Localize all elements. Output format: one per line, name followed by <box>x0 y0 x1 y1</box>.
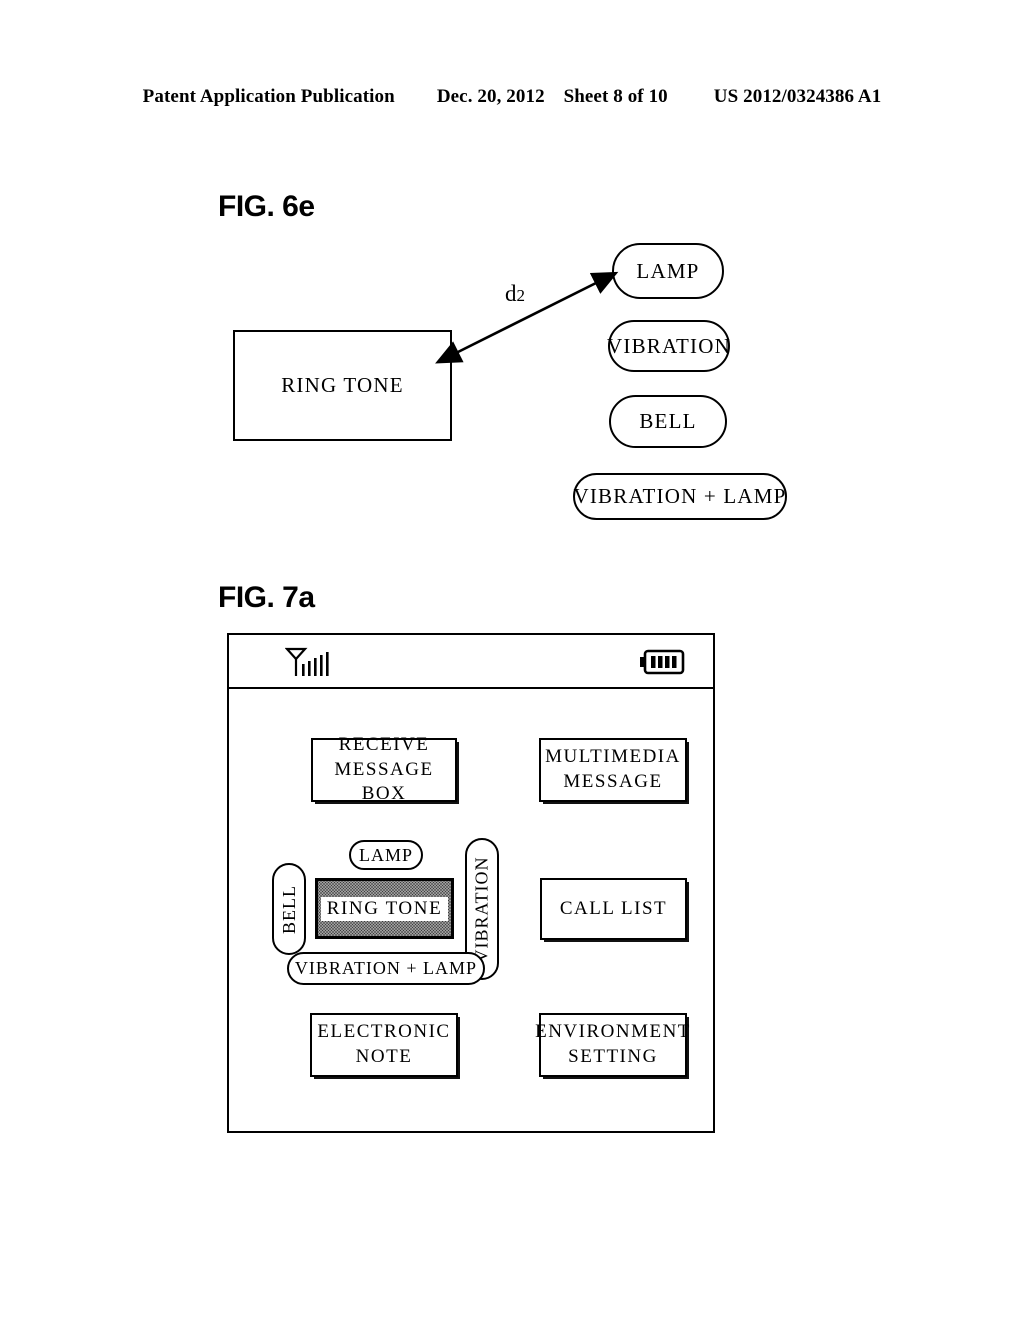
fig6e-distance-arrow <box>435 271 619 364</box>
fig6e-ring-tone-box: RING TONE <box>233 330 452 441</box>
menu-item-receive-message-box[interactable]: RECEIVE MESSAGE BOX <box>311 734 457 805</box>
figure-6e-label: FIG. 6e <box>218 190 315 223</box>
menu-label-line1: ELECTRONIC <box>317 1021 451 1043</box>
menu-label-line1: ENVIRONMENT <box>535 1021 691 1043</box>
fig6e-option-bell: BELL <box>609 395 727 448</box>
center-option-vibration-plus-lamp[interactable]: VIBRATION + LAMP <box>287 952 485 985</box>
fig6e-distance-label: d2 <box>505 281 525 307</box>
center-option-lamp[interactable]: LAMP <box>349 840 423 870</box>
menu-label-line1: MULTIMEDIA <box>545 746 681 768</box>
menu-label-line2: SETTING <box>568 1046 658 1067</box>
center-option-vibration-label: VIBRATION <box>471 856 492 962</box>
ring-tone-label: RING TONE <box>320 896 449 921</box>
menu-item-environment-setting[interactable]: ENVIRONMENT SETTING <box>535 1013 689 1077</box>
fig6e-distance-subscript: 2 <box>516 286 526 305</box>
menu-label-line1: RECEIVE <box>338 733 430 755</box>
phone-screen: RECEIVE MESSAGE BOX MULTIMEDIA MESSAGE CAL… <box>227 633 715 1133</box>
center-option-bell-label: BELL <box>278 884 299 934</box>
fig6e-distance-letter: d <box>505 281 517 306</box>
figure-7a-label: FIG. 7a <box>218 581 315 614</box>
menu-item-electronic-note[interactable]: ELECTRONIC NOTE <box>310 1013 458 1077</box>
antenna-signal-bars-icon <box>285 647 329 676</box>
menu-label-line2: MESSAGE BOX <box>334 758 434 805</box>
fig6e-option-vibration-plus-lamp: VIBRATION + LAMP <box>573 473 787 520</box>
status-bar <box>229 635 713 689</box>
menu-label-line2: NOTE <box>355 1046 413 1067</box>
menu-item-call-list[interactable]: CALL LIST <box>540 878 687 940</box>
figure-6e: FIG. 6e RING TONE LAMP VIBRATION BELL VI… <box>0 0 1024 560</box>
menu-label-line1: CALL LIST <box>559 897 668 919</box>
center-option-bell[interactable]: BELL <box>272 863 306 955</box>
menu-item-multimedia-message[interactable]: MULTIMEDIA MESSAGE <box>539 738 687 802</box>
menu-label-line2: MESSAGE <box>563 771 663 792</box>
menu-item-ring-tone-selected[interactable]: RING TONE <box>315 878 454 939</box>
battery-full-icon <box>640 649 685 675</box>
